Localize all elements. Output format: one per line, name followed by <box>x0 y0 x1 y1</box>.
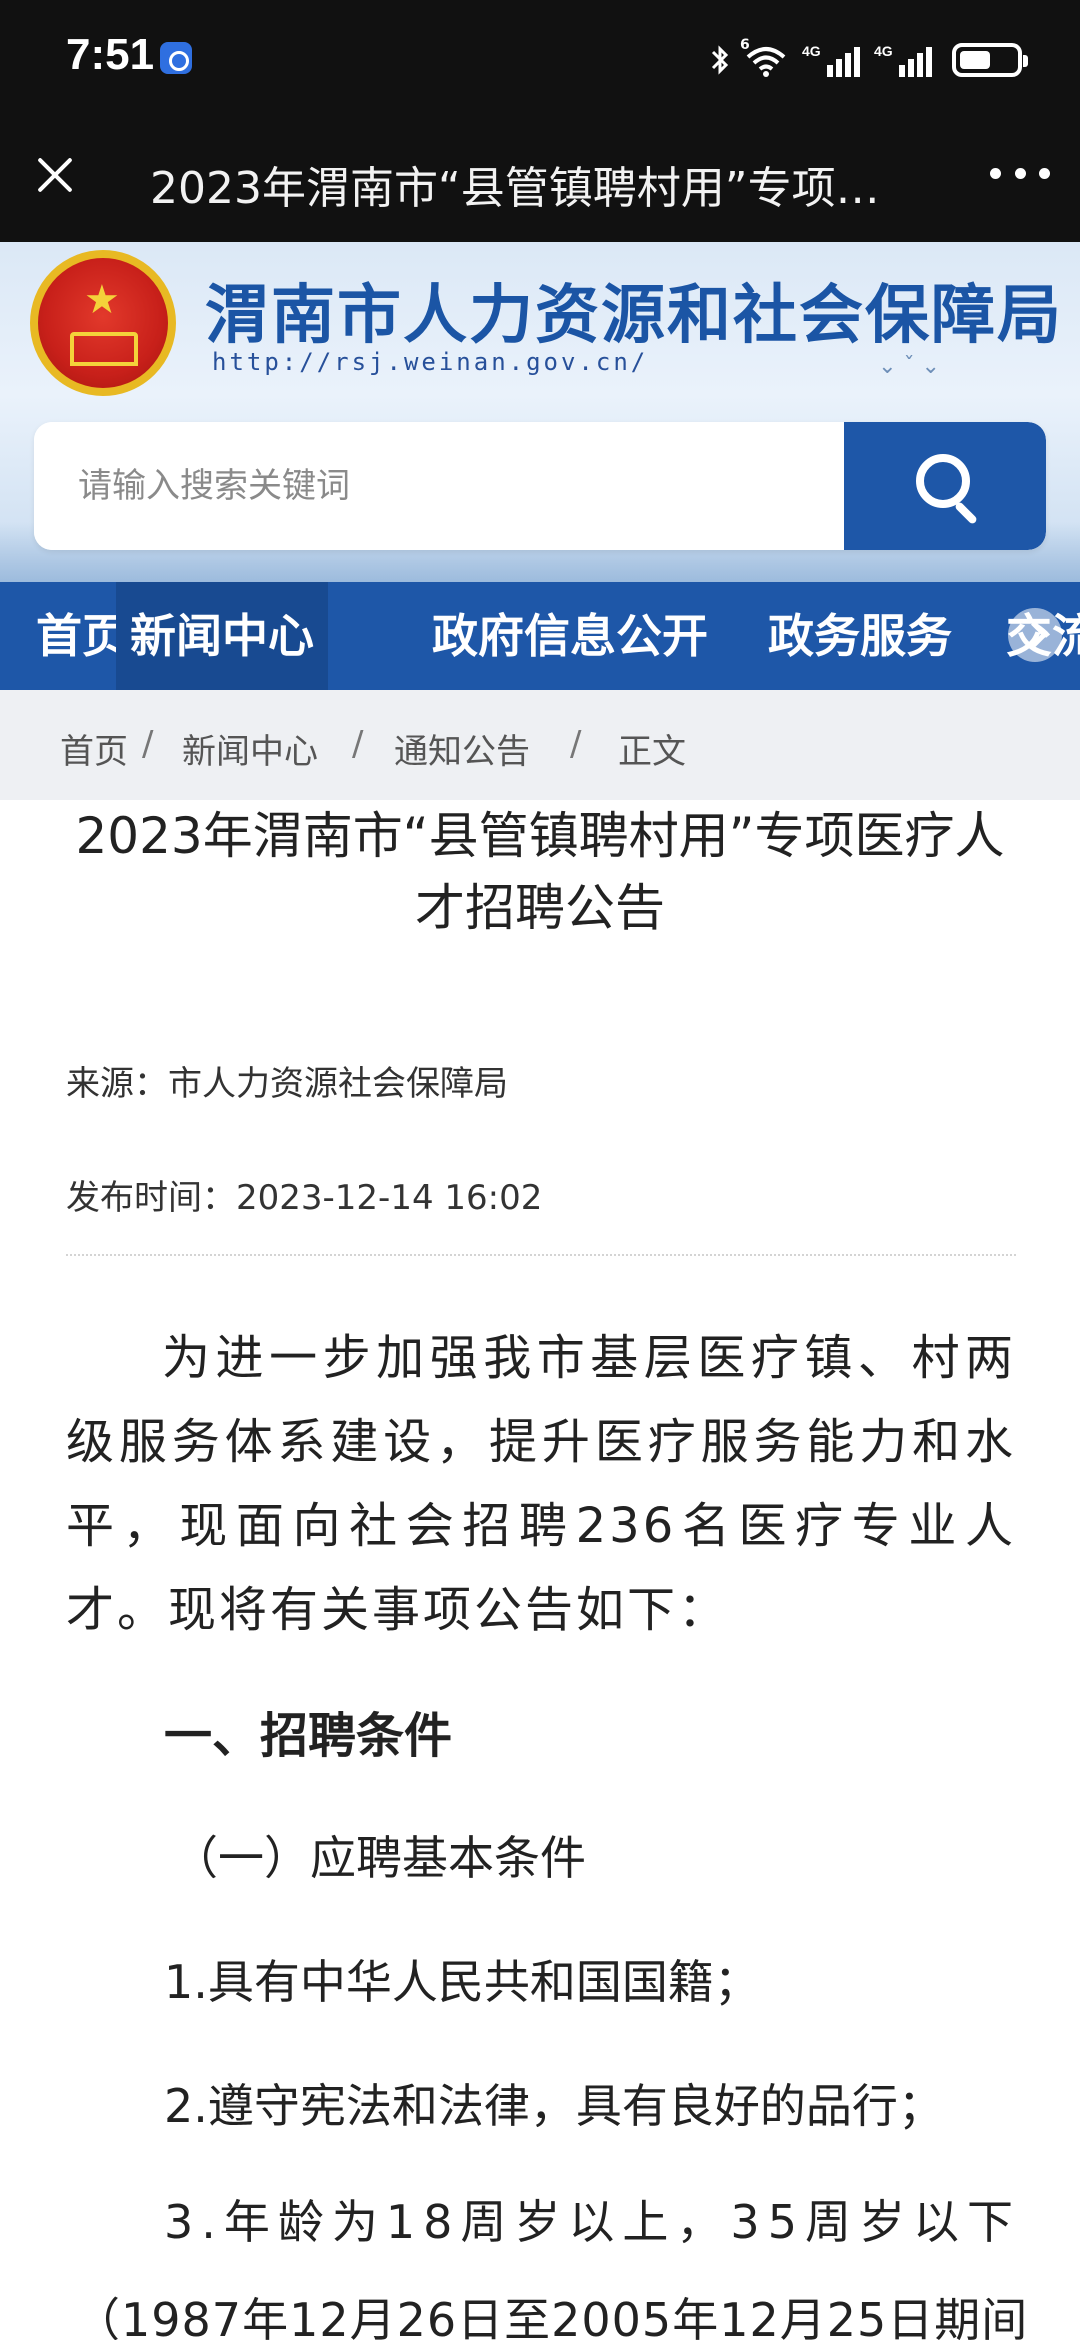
search-box <box>34 422 1046 550</box>
breadcrumb-news-center[interactable]: 新闻中心 <box>182 724 318 773</box>
nav-item-gov-services[interactable]: 政务服务 <box>768 582 952 690</box>
site-url: http://rsj.weinan.gov.cn/ <box>212 348 649 376</box>
site-banner: ★ 渭南市人力资源和社会保障局 http://rsj.weinan.gov.cn… <box>0 242 1080 582</box>
article-title: 2023年渭南市“县管镇聘村用”专项医疗人才招聘公告 <box>75 807 1005 937</box>
status-icons: 6 4G 4G <box>710 37 1028 82</box>
article-source: 来源：市人力资源社会保障局 <box>66 1064 508 1104</box>
wifi-icon: 6 <box>740 37 788 77</box>
wifi-badge: 6 <box>740 37 750 53</box>
search-icon <box>916 454 970 508</box>
status-bar: 7:51 6 4G 4G <box>0 0 1080 118</box>
search-input[interactable] <box>34 422 844 550</box>
list-item: 2.遵守宪法和法律，具有良好的品行； <box>164 2079 944 2133</box>
nav-item-news-center[interactable]: 新闻中心 <box>116 582 328 690</box>
nav-item-gov-info[interactable]: 政府信息公开 <box>432 582 708 690</box>
article-body: 为进一步加强我市基层医疗镇、村两级服务体系建设，提升医疗服务能力和水平，现面向社… <box>66 1316 1016 1652</box>
app-notification-icon <box>160 42 192 74</box>
intro-paragraph: 为进一步加强我市基层医疗镇、村两级服务体系建设，提升医疗服务能力和水平，现面向社… <box>66 1330 1016 1638</box>
more-options-button[interactable] <box>990 168 1050 182</box>
birds-decoration: ⌄ ˇ ⌄ <box>878 354 940 379</box>
main-nav: 首页 新闻中心 政府信息公开 政务服务 交流 <box>0 582 1080 690</box>
breadcrumb-current: 正文 <box>618 732 686 772</box>
subsection-heading: （一）应聘基本条件 <box>172 1831 586 1885</box>
nav-item-home[interactable]: 首页 <box>36 582 128 690</box>
breadcrumb: 首页 / 新闻中心 / 通知公告 / 正文 <box>0 690 1080 800</box>
browser-header: 2023年渭南市“县管镇聘村用”专项医疗人才招聘公告 <box>0 118 1080 242</box>
national-emblem-logo: ★ <box>30 250 176 396</box>
cell-signal-icon-2: 4G <box>874 43 932 77</box>
divider <box>66 1254 1016 1256</box>
site-name: 渭南市人力资源和社会保障局 <box>205 279 1063 353</box>
bluetooth-icon <box>711 45 729 75</box>
battery-icon <box>952 43 1028 77</box>
status-time: 7:51 <box>66 30 155 79</box>
nav-scroll-right-icon[interactable] <box>1008 608 1062 662</box>
list-item: 1.具有中华人民共和国国籍； <box>164 1955 760 2009</box>
breadcrumb-home[interactable]: 首页 <box>60 724 128 773</box>
list-item-continued: （1987年12月26日至2005年12月25日期间 <box>74 2293 1029 2340</box>
section-heading: 一、招聘条件 <box>164 1708 453 1764</box>
cell-signal-icon-1: 4G <box>802 43 860 77</box>
search-button[interactable] <box>844 422 1046 550</box>
close-button[interactable] <box>30 150 80 200</box>
list-item: 3.年龄为18周岁以上，35周岁以下 <box>164 2195 1021 2249</box>
browser-title: 2023年渭南市“县管镇聘村用”专项医疗人才招聘公告 <box>150 163 910 214</box>
breadcrumb-notices[interactable]: 通知公告 <box>394 724 530 773</box>
article-publish-time: 发布时间：2023-12-14 16:02 <box>66 1178 543 1218</box>
